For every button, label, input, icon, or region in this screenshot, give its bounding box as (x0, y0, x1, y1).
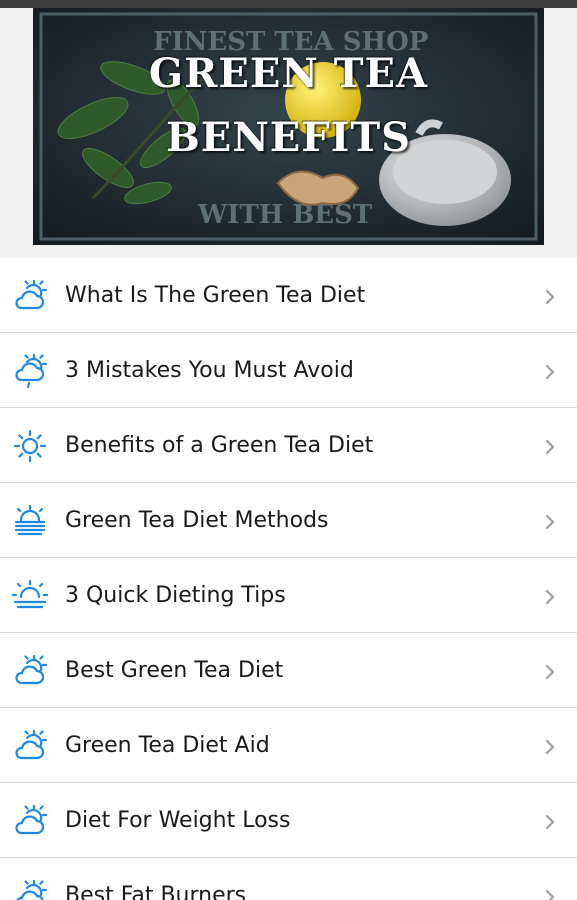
sun-icon (12, 428, 48, 464)
chevron-right-icon (540, 662, 560, 682)
banner-sign-text-bottom: WITH BEST (197, 200, 373, 230)
menu-item-label: Best Fat Burners (65, 883, 247, 900)
menu-item-label: Benefits of a Green Tea Diet (65, 433, 374, 458)
menu-item-label: What Is The Green Tea Diet (65, 283, 366, 308)
cloud-sun-icon (12, 878, 48, 900)
header-banner-image: FINEST TEA SHOP WITH BEST GREEN TEA BENE… (33, 8, 544, 245)
menu-item-label: Green Tea Diet Aid (65, 733, 270, 758)
chevron-right-icon (540, 587, 560, 607)
cloud-sun-icon (12, 278, 48, 314)
menu-item-6[interactable]: Best Green Tea Diet (0, 633, 577, 708)
menu-item-7[interactable]: Green Tea Diet Aid (0, 708, 577, 783)
chevron-right-icon (540, 437, 560, 457)
sun-fog-icon (12, 503, 48, 539)
header-banner-area: FINEST TEA SHOP WITH BEST GREEN TEA BENE… (0, 8, 577, 258)
menu-item-5[interactable]: 3 Quick Dieting Tips (0, 558, 577, 633)
chevron-right-icon (540, 887, 560, 900)
chevron-right-icon (540, 362, 560, 382)
status-bar (0, 0, 577, 8)
chevron-right-icon (540, 512, 560, 532)
menu-item-label: Green Tea Diet Methods (65, 508, 329, 533)
menu-item-4[interactable]: Green Tea Diet Methods (0, 483, 577, 558)
banner-title-line1: GREEN TEA (148, 50, 429, 97)
cloud-sun-icon (12, 728, 48, 764)
menu-item-3[interactable]: Benefits of a Green Tea Diet (0, 408, 577, 483)
menu-item-label: Diet For Weight Loss (65, 808, 291, 833)
menu-item-9[interactable]: Best Fat Burners (0, 858, 577, 900)
topic-menu-list: What Is The Green Tea Diet 3 Mistakes Yo… (0, 258, 577, 900)
cloud-sun-icon (12, 653, 48, 689)
banner-title-line2: BENEFITS (165, 114, 412, 161)
sunset-icon (12, 578, 48, 614)
menu-item-8[interactable]: Diet For Weight Loss (0, 783, 577, 858)
app-screen: FINEST TEA SHOP WITH BEST GREEN TEA BENE… (0, 0, 577, 900)
chevron-right-icon (540, 812, 560, 832)
menu-item-2[interactable]: 3 Mistakes You Must Avoid (0, 333, 577, 408)
banner-title: GREEN TEA BENEFITS (33, 42, 544, 170)
chevron-right-icon (540, 737, 560, 757)
chevron-right-icon (540, 287, 560, 307)
cloud-sun-rain-icon (12, 353, 48, 389)
menu-item-label: 3 Quick Dieting Tips (65, 583, 286, 608)
menu-item-label: 3 Mistakes You Must Avoid (65, 358, 354, 383)
cloud-sun-icon (12, 803, 48, 839)
menu-item-1[interactable]: What Is The Green Tea Diet (0, 258, 577, 333)
menu-item-label: Best Green Tea Diet (65, 658, 284, 683)
